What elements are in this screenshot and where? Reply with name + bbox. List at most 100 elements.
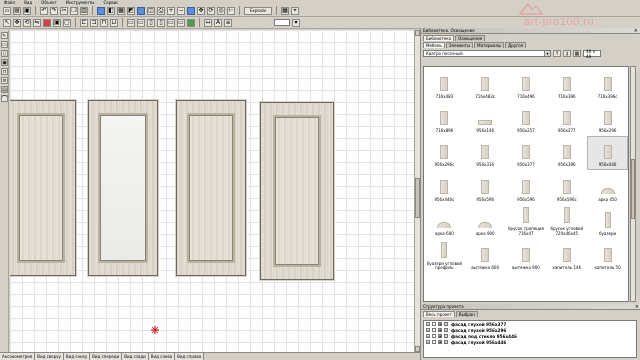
library-item[interactable]: 716x483с [465, 67, 506, 101]
layers-icon[interactable]: ≡ [224, 18, 232, 27]
up-folder-icon[interactable]: ↑ [553, 50, 561, 57]
library-item[interactable]: 956x396 [546, 136, 587, 170]
zoom-out-icon[interactable]: − [177, 6, 185, 15]
library-item[interactable]: брусок угловой 720x46x45 [546, 204, 587, 238]
subtab-materials[interactable]: Материалы [474, 42, 505, 48]
view-mode-icon[interactable]: ▦ [573, 50, 581, 57]
pan-icon[interactable]: ✥ [197, 6, 205, 15]
library-item[interactable]: 956x446 [587, 135, 628, 170]
wireframe-icon[interactable]: ▦ [117, 6, 125, 15]
lighting-icon[interactable] [137, 6, 145, 15]
library-item[interactable]: буазери угловой профиль [424, 238, 465, 272]
globe-icon[interactable] [97, 6, 105, 15]
select-icon[interactable]: ↖ [3, 18, 11, 27]
align-bottom-icon[interactable]: ⊔ [110, 18, 118, 27]
library-item[interactable]: 956x596с [546, 170, 587, 204]
ungroup-icon[interactable]: ▢ [63, 18, 71, 27]
dimension-icon[interactable]: ↔ [204, 18, 212, 27]
print-icon[interactable]: ⎙ [157, 6, 165, 15]
library-item[interactable]: 956x296 [587, 101, 628, 135]
view-top-icon[interactable]: ▭ [137, 18, 145, 27]
delete-icon[interactable] [43, 18, 51, 27]
lock-icon[interactable]: ▪ [438, 334, 442, 338]
text-icon[interactable]: A [214, 18, 222, 27]
drawer-tool-icon[interactable]: ▤ [1, 86, 8, 93]
thumb-size-select[interactable]: 48 × 48 [583, 49, 601, 59]
library-item[interactable]: капитель 146 [546, 238, 587, 272]
library-item[interactable]: арка 900 [465, 204, 506, 238]
library-item[interactable]: 716x396 [546, 67, 587, 101]
library-item[interactable]: 956x316 [465, 136, 506, 170]
tab-view-bottom[interactable]: Вид снизу [63, 353, 91, 360]
library-item[interactable]: 956x596 [465, 170, 506, 204]
facade-door-1[interactable] [10, 100, 76, 276]
align-left-icon[interactable]: ⊏ [80, 18, 88, 27]
lock-icon[interactable]: ▪ [438, 340, 442, 344]
lock-icon[interactable]: ▪ [438, 328, 442, 332]
library-item[interactable]: капитель 50 [587, 238, 628, 272]
zoom-extents-icon[interactable] [187, 6, 195, 15]
view-back-icon[interactable]: ▭ [167, 18, 175, 27]
tab-view-right[interactable]: Вид справа [175, 353, 205, 360]
view-left-icon[interactable]: ▯ [147, 18, 155, 27]
view-bottom-icon[interactable]: ▭ [177, 18, 185, 27]
viewport-canvas[interactable] [10, 30, 414, 352]
tab-view-left[interactable]: Вид слева [148, 353, 176, 360]
mirror-icon[interactable]: ⇋ [33, 18, 41, 27]
lock-icon[interactable]: ▪ [438, 322, 442, 326]
library-item[interactable]: 956x377 [506, 136, 547, 170]
zoom-dropdown-icon[interactable]: ▾ [292, 18, 300, 27]
facade-door-4[interactable] [260, 102, 334, 280]
library-item[interactable]: 956x257 [506, 101, 547, 135]
facade-door-3[interactable] [176, 100, 246, 276]
rotate-object-icon[interactable]: ⟲ [23, 18, 31, 27]
tree-row[interactable]: + ▪ ▯ фасад глухой 956x446 [424, 339, 636, 345]
wall-tool-icon[interactable]: ▭ [1, 41, 8, 48]
profile-tool-icon[interactable]: ⌒ [1, 95, 8, 102]
zoom-level-field[interactable] [274, 19, 290, 26]
library-item[interactable]: брусок трапеция 716x47 [506, 204, 547, 238]
library-item[interactable]: арка 450 [587, 170, 628, 204]
library-item[interactable]: вытяжка 600 [465, 238, 506, 272]
view-front-icon[interactable]: ▭ [127, 18, 135, 27]
tab-view-front[interactable]: Вид спереди [90, 353, 123, 360]
tab-selected[interactable]: Выбран [455, 311, 478, 317]
subtab-elements[interactable]: Элементы [445, 42, 474, 48]
library-item[interactable]: 716x896 [424, 101, 465, 135]
expand-icon[interactable]: + [426, 328, 430, 332]
chevron-down-icon[interactable]: ▾ [544, 51, 550, 56]
library-item[interactable]: вытяжка 900 [506, 238, 547, 272]
facade-door-glass[interactable] [88, 100, 158, 276]
align-top-icon[interactable]: ⊓ [100, 18, 108, 27]
library-item[interactable]: 716x483 [424, 67, 465, 101]
undo-icon[interactable]: ↶ [40, 6, 48, 15]
view-3d-icon[interactable]: ◧ [107, 6, 115, 15]
copy-icon[interactable]: ❐ [70, 6, 78, 15]
tab-view-back[interactable]: Вид сзади [122, 353, 149, 360]
key-icon[interactable]: ⚷ [563, 50, 571, 57]
subtab-other[interactable]: Другое [505, 42, 527, 48]
view-right-icon[interactable]: ▯ [157, 18, 165, 27]
axonometric-icon[interactable] [187, 18, 195, 27]
zoom-in-icon[interactable]: + [167, 6, 175, 15]
expand-icon[interactable]: + [426, 340, 430, 344]
library-item[interactable]: 956x446с [424, 170, 465, 204]
visibility-checkbox[interactable] [432, 340, 436, 344]
scrollbar-thumb[interactable] [631, 159, 635, 219]
paste-icon[interactable]: ▥ [80, 6, 88, 15]
library-item[interactable]: 956x296с [424, 136, 465, 170]
render-icon[interactable]: ◩ [127, 6, 135, 15]
box-tool-icon[interactable]: ▣ [1, 59, 8, 66]
pointer-tool-icon[interactable]: ↖ [1, 32, 8, 39]
visibility-checkbox[interactable] [432, 322, 436, 326]
library-item[interactable]: 716x496 [506, 67, 547, 101]
subtab-furniture[interactable]: Мебель [423, 42, 445, 48]
expand-icon[interactable]: + [426, 334, 430, 338]
library-item[interactable]: 716x396с [587, 67, 628, 101]
save-icon[interactable]: ▣ [23, 6, 31, 15]
tab-whole-project[interactable]: Весь проект [423, 311, 455, 317]
visibility-checkbox[interactable] [432, 334, 436, 338]
visibility-checkbox[interactable] [432, 328, 436, 332]
library-item[interactable]: 956x277 [546, 101, 587, 135]
tab-view-top[interactable]: Вид сверху [35, 353, 64, 360]
